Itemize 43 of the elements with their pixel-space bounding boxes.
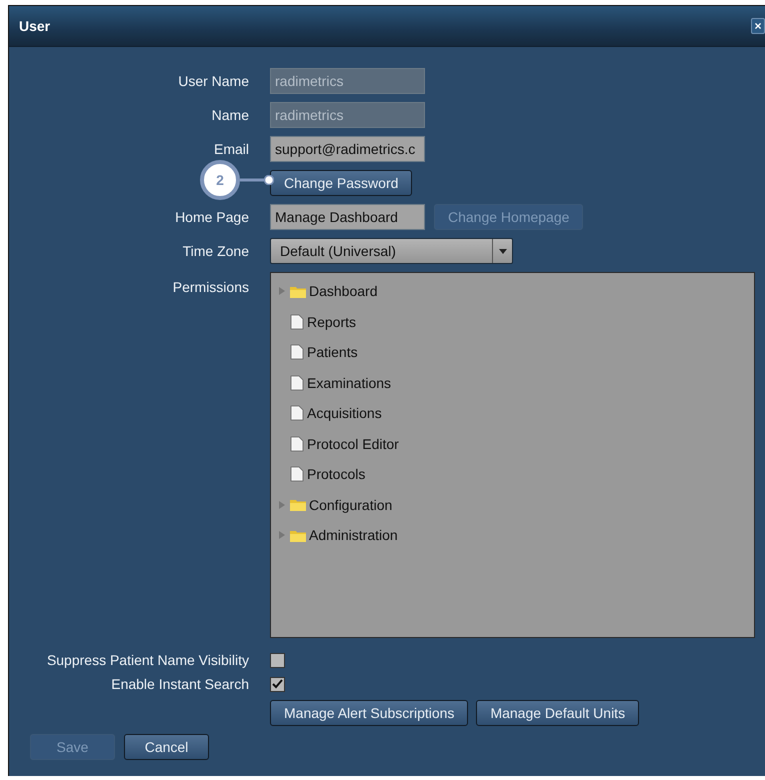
document-icon [290, 466, 304, 482]
field-label: Permissions [172, 278, 249, 295]
close-button[interactable]: × [751, 18, 765, 34]
field-label: Name [212, 107, 249, 123]
callout-badge: 2 [200, 160, 240, 200]
checkbox[interactable] [270, 652, 285, 668]
checkbox-label: Suppress Patient Name Visibility [46, 652, 249, 668]
folder-icon [290, 284, 306, 298]
change-password-button[interactable]: Change Password [270, 170, 412, 196]
folder-icon [290, 498, 306, 512]
text-field[interactable]: support@radimetrics.c [270, 136, 425, 162]
tree-item[interactable]: Dashboard [309, 283, 378, 300]
field-label: Time Zone [182, 243, 249, 259]
tree-item[interactable]: Administration [309, 527, 398, 544]
text-field[interactable]: Manage Dashboard [270, 204, 425, 230]
checkbox[interactable] [270, 676, 285, 692]
document-icon [290, 436, 304, 452]
field-label: Email [214, 141, 249, 157]
field-label: User Name [178, 73, 249, 89]
tree-item[interactable]: Protocols [307, 466, 366, 482]
collapse-arrow-icon[interactable] [277, 286, 287, 296]
leader-line [240, 175, 274, 185]
collapse-arrow-icon[interactable] [277, 530, 287, 540]
collapse-arrow-icon[interactable] [277, 500, 287, 510]
tree-item[interactable]: Configuration [309, 496, 392, 513]
folder-icon [290, 528, 306, 542]
document-icon [290, 374, 304, 391]
time-zone-dropdown[interactable]: Default (Universal) [270, 238, 513, 264]
document-icon [290, 314, 304, 330]
tree-item[interactable]: Examinations [307, 374, 392, 391]
cancel-button[interactable]: Cancel [124, 734, 209, 760]
tree-item[interactable]: Protocol Editor [307, 436, 399, 452]
checkbox-label: Enable Instant Search [111, 676, 249, 692]
tree-item[interactable]: Reports [307, 314, 356, 330]
document-icon [290, 405, 304, 422]
field-label: Home Page [175, 209, 249, 225]
action-button[interactable]: Manage Default Units [476, 700, 640, 726]
dropdown-arrow-icon [498, 248, 506, 254]
document-icon [290, 344, 304, 360]
tree-item[interactable]: Acquisitions [307, 405, 382, 422]
window-title: User [19, 18, 50, 34]
tree-item[interactable]: Patients [307, 344, 358, 360]
action-button[interactable]: Manage Alert Subscriptions [270, 700, 468, 726]
